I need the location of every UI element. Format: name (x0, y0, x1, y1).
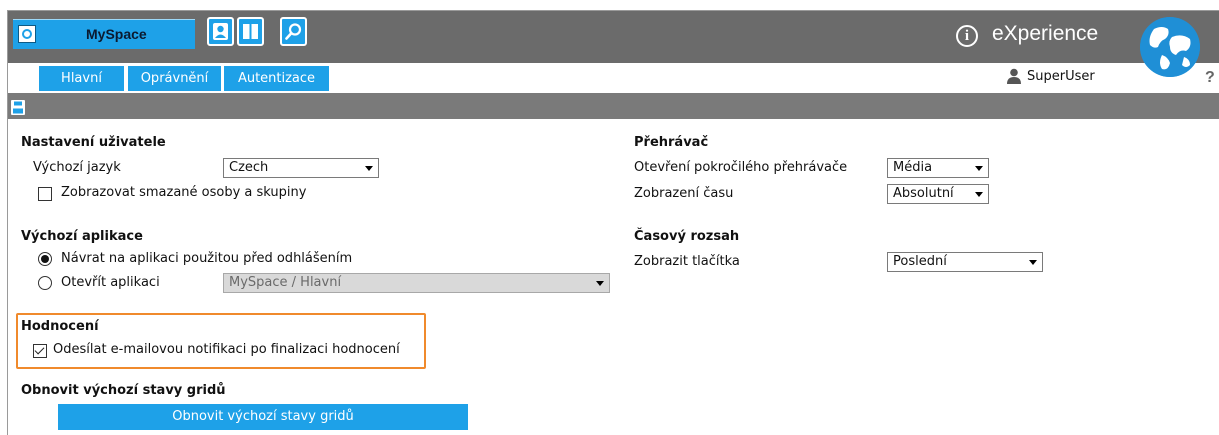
default-language-select[interactable]: Czech (223, 158, 379, 178)
app-tab-myspace[interactable]: MySpace (13, 19, 195, 49)
advanced-player-select[interactable]: Média (887, 158, 989, 178)
default-language-label: Výchozí jazyk (33, 160, 121, 175)
return-to-last-app-radio[interactable] (38, 252, 52, 266)
app-tab-label: MySpace (86, 26, 147, 42)
split-view-icon (243, 24, 258, 39)
email-notify-label: Odesílat e-mailovou notifikaci po finali… (53, 342, 400, 357)
app-icon (18, 25, 36, 43)
rating-title: Hodnocení (21, 319, 99, 334)
player-title: Přehrávač (634, 135, 709, 150)
time-display-value: Absolutní (893, 186, 954, 201)
user-name[interactable]: SuperUser (1027, 69, 1095, 84)
search-button[interactable] (280, 17, 307, 46)
toolbar (8, 93, 1219, 119)
chevron-down-icon (975, 166, 983, 171)
default-app-title: Výchozí aplikace (21, 229, 143, 244)
return-to-last-app-label: Návrat na aplikaci použitou před odhláše… (61, 251, 353, 266)
show-buttons-label: Zobrazit tlačítka (634, 254, 740, 269)
open-app-value: MySpace / Hlavní (229, 275, 342, 290)
chevron-down-icon (975, 192, 983, 197)
reset-grids-button[interactable]: Obnovit výchozí stavy gridů (58, 404, 468, 430)
split-view-button[interactable] (237, 17, 264, 46)
open-app-label: Otevřít aplikaci (61, 275, 160, 290)
chevron-down-icon (1029, 260, 1037, 265)
tab-hlavni[interactable]: Hlavní (39, 66, 124, 91)
user-icon (1007, 68, 1021, 84)
advanced-player-label: Otevření pokročilého přehrávače (634, 160, 848, 175)
help-icon[interactable]: ? (1205, 69, 1215, 87)
brand-title: eXperience (992, 22, 1099, 45)
show-deleted-label: Zobrazovat smazané osoby a skupiny (61, 185, 307, 200)
show-buttons-select[interactable]: Poslední (887, 252, 1043, 272)
show-buttons-value: Poslední (893, 254, 947, 269)
search-icon (285, 23, 302, 40)
save-icon[interactable] (11, 100, 25, 115)
grid-reset-title: Obnovit výchozí stavy gridů (21, 383, 226, 398)
chevron-down-icon (365, 166, 373, 171)
globe-logo (1140, 17, 1200, 77)
default-language-value: Czech (229, 160, 269, 175)
show-deleted-checkbox[interactable] (38, 187, 52, 201)
person-card-button[interactable] (207, 17, 234, 46)
tab-opravneni[interactable]: Oprávnění (128, 66, 221, 91)
advanced-player-value: Média (893, 160, 933, 175)
time-display-label: Zobrazení času (634, 186, 734, 201)
tab-autentizace[interactable]: Autentizace (224, 66, 329, 91)
open-app-radio[interactable] (38, 276, 52, 290)
chevron-down-icon (596, 281, 604, 286)
info-icon[interactable]: i (956, 25, 978, 47)
user-settings-title: Nastavení uživatele (21, 135, 166, 150)
email-notify-checkbox[interactable] (33, 344, 47, 358)
open-app-select: MySpace / Hlavní (223, 273, 610, 293)
time-display-select[interactable]: Absolutní (887, 184, 989, 204)
person-card-icon (213, 23, 228, 40)
time-range-title: Časový rozsah (634, 229, 740, 244)
